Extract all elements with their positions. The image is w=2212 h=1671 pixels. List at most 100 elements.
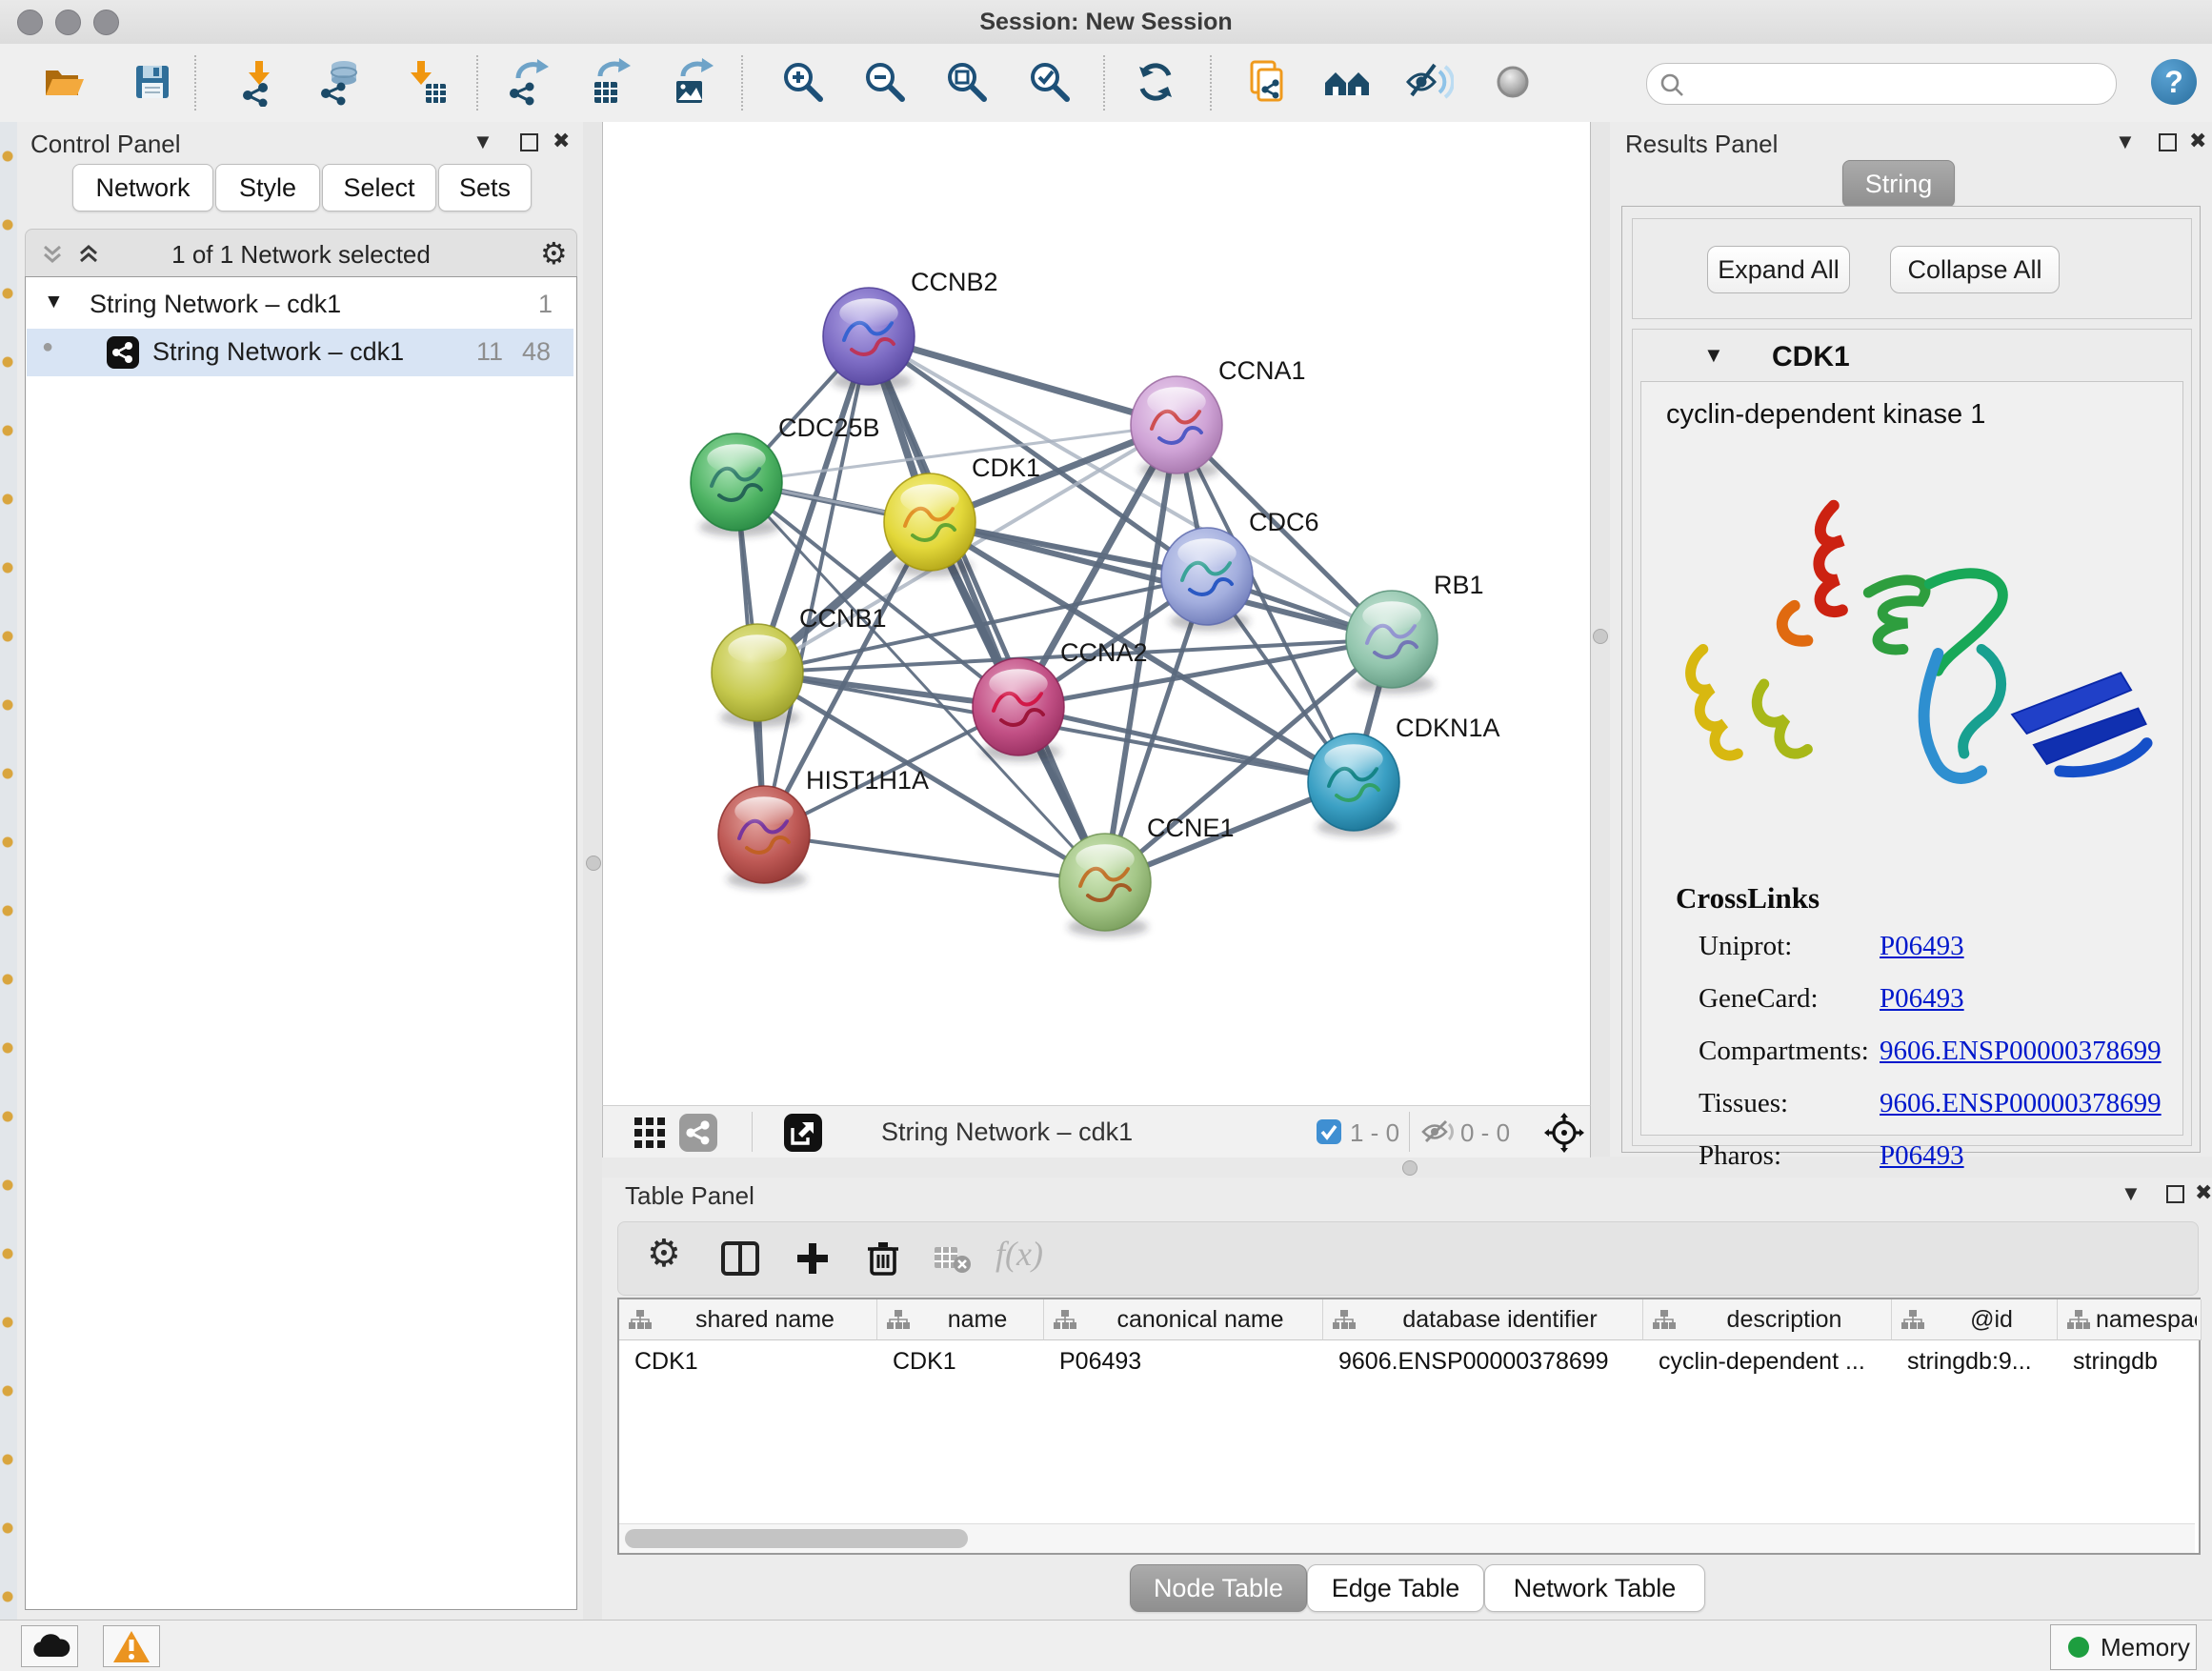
close-panel-icon[interactable]: ✖	[553, 129, 570, 153]
column-header[interactable]: namespace	[2058, 1299, 2202, 1340]
node-CDKN1A[interactable]	[1308, 734, 1399, 831]
table-cell[interactable]: cyclin-dependent ...	[1643, 1340, 1891, 1382]
node-CCNA2[interactable]	[973, 658, 1064, 755]
tab-style[interactable]: Style	[215, 164, 320, 211]
clone-network-icon[interactable]	[1242, 57, 1292, 107]
horizontal-splitter[interactable]	[602, 1157, 2212, 1178]
close-panel-icon[interactable]: ✖	[2195, 1180, 2212, 1205]
panel-menu-icon[interactable]: ▼	[2115, 130, 2136, 154]
network-row[interactable]: ● String Network – cdk1 11 48	[27, 329, 573, 376]
node-CCNB1[interactable]	[712, 624, 803, 721]
string-view-icon[interactable]	[679, 1114, 717, 1152]
network-canvas[interactable]: CCNB2CCNA1CDC25BCDK1CDC6RB1CCNB1CCNA2CDK…	[602, 122, 1591, 1105]
show-columns-icon[interactable]	[717, 1236, 763, 1281]
section-body: cyclin-dependent kinase 1	[1640, 381, 2183, 1136]
search-input[interactable]	[1693, 68, 2106, 100]
crosslink-link[interactable]: P06493	[1880, 931, 1964, 962]
homes-icon[interactable]	[1322, 57, 1372, 107]
column-header[interactable]: shared name	[619, 1299, 877, 1340]
column-header[interactable]: description	[1643, 1299, 1892, 1340]
node-RB1[interactable]	[1346, 591, 1438, 688]
eye-icon[interactable]	[1488, 57, 1538, 107]
open-in-browser-icon[interactable]	[784, 1114, 822, 1152]
network-graph[interactable]: CCNB2CCNA1CDC25BCDK1CDC6RB1CCNB1CCNA2CDK…	[603, 122, 1590, 1105]
column-header[interactable]: @id	[1892, 1299, 2058, 1340]
node-CCNA1[interactable]	[1131, 376, 1222, 473]
table-horizontal-scrollbar[interactable]	[619, 1523, 2195, 1553]
table-cell[interactable]: stringdb:9...	[1892, 1340, 2057, 1382]
export-network-icon[interactable]	[503, 57, 553, 107]
tab-edge-table[interactable]: Edge Table	[1307, 1564, 1484, 1612]
table-cell[interactable]: P06493	[1044, 1340, 1322, 1382]
zoom-fit-icon[interactable]	[942, 57, 992, 107]
warning-button[interactable]	[103, 1625, 160, 1667]
crosslink-link[interactable]: P06493	[1880, 983, 1964, 1015]
import-table-icon[interactable]	[400, 57, 450, 107]
table-cell[interactable]: CDK1	[877, 1340, 1043, 1382]
panel-menu-icon[interactable]: ▼	[2121, 1181, 2142, 1206]
titlebar: Session: New Session	[0, 0, 2212, 45]
close-panel-icon[interactable]: ✖	[2189, 129, 2206, 153]
node-HIST1H1A[interactable]	[718, 786, 810, 883]
birds-eye-icon[interactable]	[1544, 1113, 1584, 1153]
column-header[interactable]: name	[877, 1299, 1044, 1340]
tree-expand-icon[interactable]: ▼	[44, 291, 64, 313]
memory-button[interactable]: Memory	[2050, 1624, 2197, 1670]
column-header[interactable]: canonical name	[1044, 1299, 1323, 1340]
string-network-icon	[107, 336, 139, 369]
float-panel-icon[interactable]	[520, 133, 538, 151]
delete-column-icon[interactable]	[860, 1236, 906, 1281]
zoom-selected-icon[interactable]	[1025, 57, 1075, 107]
edge-CCNB2-CCNA1[interactable]	[869, 336, 1176, 425]
tab-network[interactable]: Network	[72, 164, 213, 211]
zoom-out-icon[interactable]	[860, 57, 910, 107]
float-panel-icon[interactable]	[2159, 133, 2177, 151]
node-CCNE1[interactable]	[1059, 834, 1151, 931]
zoom-in-icon[interactable]	[778, 57, 828, 107]
cloud-button[interactable]	[21, 1625, 78, 1667]
left-splitter[interactable]	[583, 122, 602, 1620]
tab-sets[interactable]: Sets	[438, 164, 532, 211]
export-table-icon[interactable]	[585, 57, 634, 107]
table-cell[interactable]: CDK1	[619, 1340, 876, 1382]
node-CDK1[interactable]	[884, 473, 975, 571]
crosslink-link[interactable]: P06493	[1880, 1140, 1964, 1172]
tab-select[interactable]: Select	[322, 164, 436, 211]
edge-CCNA2-CDKN1A[interactable]	[1018, 707, 1354, 782]
edge-HIST1H1A-CCNE1[interactable]	[764, 835, 1105, 882]
section-collapse-icon[interactable]: ▼	[1703, 343, 1724, 368]
column-header[interactable]: database identifier	[1323, 1299, 1643, 1340]
table-cell[interactable]: stringdb	[2058, 1340, 2201, 1382]
create-column-icon[interactable]	[790, 1236, 835, 1281]
node-CCNB2[interactable]	[823, 288, 915, 385]
import-network-icon[interactable]	[234, 57, 284, 107]
node-CDC6[interactable]	[1161, 528, 1253, 625]
refresh-icon[interactable]	[1131, 57, 1180, 107]
node-CDC25B[interactable]	[691, 433, 782, 531]
selected-checkbox-icon[interactable]	[1316, 1118, 1342, 1145]
network-collection-row[interactable]: ▼ String Network – cdk1 1	[27, 283, 573, 329]
gear-icon[interactable]: ⚙	[540, 235, 568, 272]
grid-view-icon[interactable]	[633, 1117, 666, 1149]
table-settings-gear-icon[interactable]: ⚙	[647, 1232, 681, 1276]
tab-node-table[interactable]: Node Table	[1130, 1564, 1307, 1612]
panel-menu-icon[interactable]: ▼	[473, 130, 493, 154]
tab-network-table[interactable]: Network Table	[1484, 1564, 1705, 1612]
crosslink-link[interactable]: 9606.ENSP00000378699	[1880, 1036, 2162, 1067]
scrollbar-thumb[interactable]	[625, 1529, 968, 1548]
collapse-all-button[interactable]: Collapse All	[1890, 246, 2060, 293]
expand-all-button[interactable]: Expand All	[1707, 246, 1850, 293]
right-splitter[interactable]	[1589, 122, 1610, 1157]
node-table[interactable]: shared namenamecanonical namedatabase id…	[617, 1298, 2201, 1555]
search-field[interactable]	[1646, 63, 2117, 105]
open-file-icon[interactable]	[40, 57, 90, 107]
import-network-from-database-icon[interactable]	[316, 57, 366, 107]
hide-unhide-icon[interactable]	[1404, 57, 1454, 107]
save-session-icon[interactable]	[128, 57, 177, 107]
crosslink-link[interactable]: 9606.ENSP00000378699	[1880, 1088, 2162, 1119]
tab-string[interactable]: String	[1842, 160, 1955, 208]
float-panel-icon[interactable]	[2166, 1185, 2184, 1203]
export-image-icon[interactable]	[668, 57, 717, 107]
help-button[interactable]: ?	[2151, 59, 2197, 105]
table-cell[interactable]: 9606.ENSP00000378699	[1323, 1340, 1642, 1382]
